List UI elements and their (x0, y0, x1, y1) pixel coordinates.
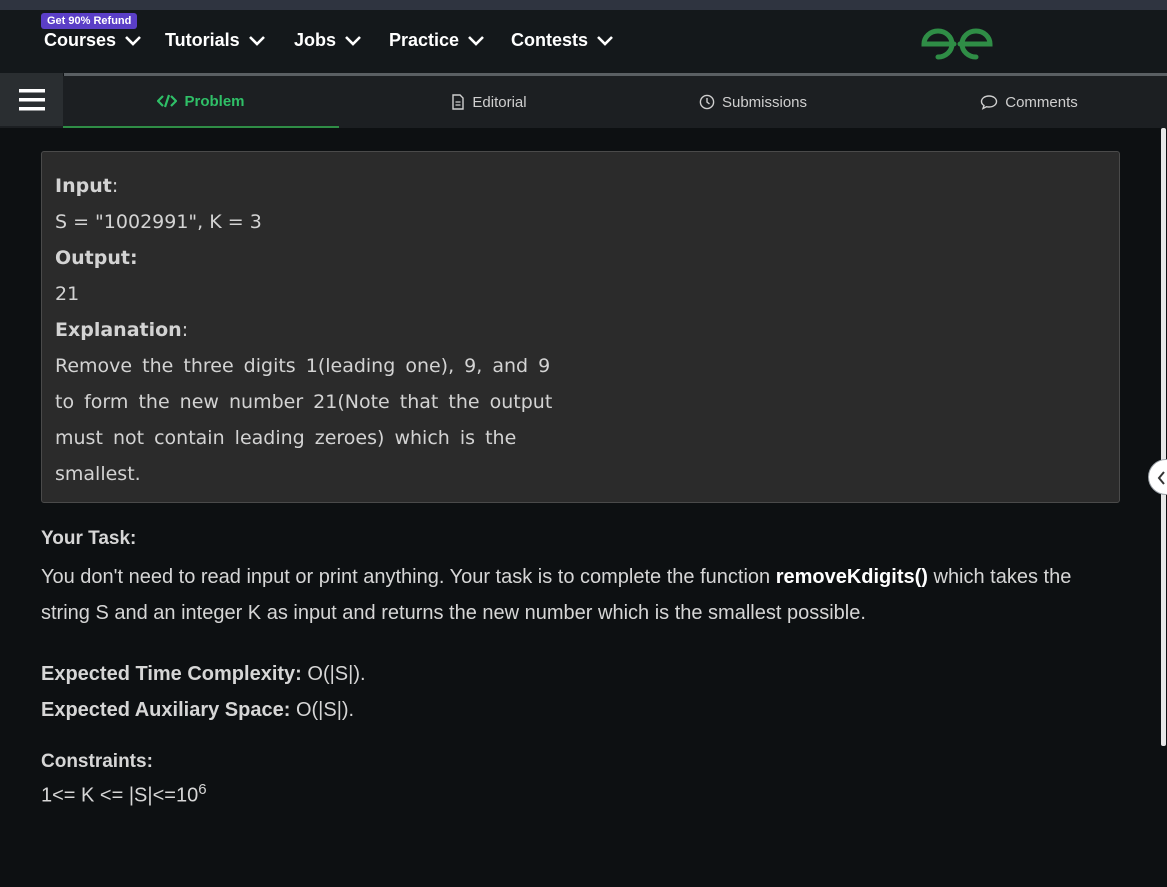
example-output-label: Output: (55, 247, 138, 269)
tab-editorial[interactable]: Editorial (339, 76, 639, 128)
constraints-exponent: 6 (198, 781, 207, 798)
nav-jobs-label: Jobs (294, 30, 337, 50)
chevron-down-icon (248, 35, 265, 46)
space-complexity-value: O(|S|). (295, 699, 355, 721)
tab-comments-label: Comments (1005, 93, 1078, 111)
refund-badge[interactable]: Get 90% Refund (41, 13, 138, 29)
example-explanation-text: Remove the three digits 1(leading one), … (55, 355, 553, 485)
nav-courses-label: Courses (44, 30, 117, 50)
chevron-down-icon (597, 35, 613, 46)
nav-contests[interactable]: Contests (511, 30, 614, 51)
comment-icon (981, 95, 998, 110)
top-accent-strip (0, 0, 1167, 10)
constraints-expression: 1<= K <= |S|<=10 (41, 784, 199, 807)
constraints-heading: Constraints: (41, 751, 153, 772)
nav-tutorials-label: Tutorials (165, 30, 240, 50)
tab-problem-label: Problem (184, 92, 245, 110)
scrollbar-thumb[interactable] (1161, 128, 1166, 746)
example-output-label-row: Output: (55, 240, 1106, 276)
document-icon (452, 94, 465, 110)
tab-comments[interactable]: Comments (895, 76, 1163, 128)
tab-submissions[interactable]: Submissions (611, 76, 895, 128)
nav-practice-label: Practice (389, 30, 460, 50)
example-explanation-label: Explanation (55, 319, 182, 341)
tab-problem[interactable]: Problem (63, 76, 339, 128)
tab-editorial-label: Editorial (472, 93, 527, 111)
example-output-value: 21 (55, 283, 80, 305)
complexity-block: Expected Time Complexity: O(|S|). Expect… (41, 656, 366, 728)
nav-jobs[interactable]: Jobs (294, 30, 362, 51)
task-text-before: You don't need to read input or print an… (41, 566, 776, 588)
time-complexity: Expected Time Complexity: O(|S|). (41, 656, 366, 692)
example-input-label-row: Input: (55, 175, 119, 197)
hamburger-icon (18, 88, 45, 110)
task-heading: Your Task: (41, 528, 137, 549)
nav-contests-label: Contests (511, 30, 589, 50)
time-complexity-label: Expected Time Complexity: (41, 663, 302, 685)
tab-submissions-label: Submissions (721, 93, 808, 111)
nav-courses[interactable]: Courses (44, 30, 142, 51)
time-complexity-value: O(|S|). (307, 663, 366, 685)
task-description: You don't need to read input or print an… (41, 559, 1121, 631)
nav-tutorials[interactable]: Tutorials (165, 30, 266, 51)
example-input-label: Input (55, 175, 112, 197)
function-name: removeKdigits() (775, 566, 928, 588)
gfg-logo-icon[interactable] (918, 24, 996, 62)
chevron-down-icon (345, 35, 361, 46)
space-complexity: Expected Auxiliary Space: O(|S|). (41, 692, 366, 728)
space-complexity-label: Expected Auxiliary Space: (41, 699, 291, 721)
top-navigation-bar: Get 90% Refund Courses Tutorials Jobs Pr… (0, 10, 1167, 74)
example-box: Input: S = "1002991", K = 3 Output: 21 E… (41, 151, 1120, 503)
example-input-value: S = "1002991", K = 3 (55, 211, 262, 233)
nav-practice[interactable]: Practice (389, 30, 485, 51)
collapse-left-icon (1157, 471, 1165, 485)
constraints-text: 1<= K <= |S|<=106 (41, 781, 207, 808)
chevron-down-icon (125, 35, 141, 46)
menu-button[interactable] (0, 73, 63, 126)
example-explanation-label-row: Explanation: (55, 319, 189, 341)
code-icon (157, 94, 178, 108)
collapse-panel-button[interactable] (1148, 459, 1167, 495)
clock-icon (699, 94, 715, 110)
chevron-down-icon (468, 35, 484, 46)
